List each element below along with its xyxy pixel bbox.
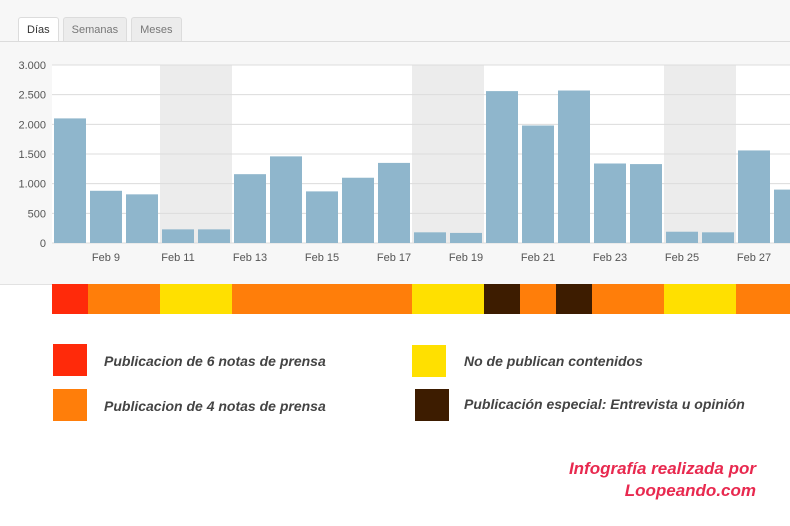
x-tick-label: Feb 15: [305, 252, 339, 264]
bar[interactable]: [162, 229, 194, 243]
bar[interactable]: [594, 163, 626, 243]
strip-segment-special: [556, 284, 592, 314]
y-tick-label: 2.000: [18, 119, 46, 131]
tab-dias[interactable]: Días: [18, 17, 59, 42]
x-tick-label: Feb 17: [377, 252, 411, 264]
bar[interactable]: [558, 90, 590, 243]
bar[interactable]: [342, 177, 374, 243]
x-tick-label: Feb 27: [737, 252, 771, 264]
x-tick-label: Feb 13: [233, 252, 267, 264]
bar[interactable]: [450, 232, 482, 243]
x-tick-label: Feb 23: [593, 252, 627, 264]
bar[interactable]: [234, 174, 266, 243]
strip-segment-none: [412, 284, 484, 314]
y-tick-label: 500: [28, 208, 46, 220]
legend-label-none: No de publican contenidos: [464, 353, 643, 369]
bar[interactable]: [270, 156, 302, 243]
y-tick-label: 2.500: [18, 90, 46, 102]
bar[interactable]: [54, 118, 86, 243]
y-tick-label: 0: [40, 238, 46, 250]
strip-segment-none: [664, 284, 736, 314]
strip-segment-special: [484, 284, 520, 314]
bar[interactable]: [630, 164, 662, 243]
strip-segment-none: [160, 284, 232, 314]
bar[interactable]: [702, 232, 734, 243]
y-tick-label: 1.500: [18, 149, 46, 161]
daily-visits-chart: 0 500 1.000 1.500 2.000 2.500 3.000 Feb 9 Feb 11…: [18, 60, 790, 264]
stats-panel: Días Semanas Meses 0 500 1.000 1.500 2.000 2.…: [0, 0, 790, 285]
tab-semanas[interactable]: Semanas: [62, 17, 128, 42]
legend-swatch-special: [415, 389, 449, 421]
bar[interactable]: [666, 231, 698, 243]
credit-line-2: Loopeando.com: [624, 481, 756, 500]
bar[interactable]: [198, 229, 230, 243]
bar[interactable]: [738, 150, 770, 243]
strip-segment-four: [232, 284, 412, 314]
legend-label-six: Publicacion de 6 notas de prensa: [104, 353, 326, 369]
legend-swatch-six: [53, 344, 87, 376]
bar[interactable]: [414, 232, 446, 243]
strip-segment-six: [52, 284, 88, 314]
x-tick-label: Feb 9: [92, 252, 120, 264]
strip-segment-four: [520, 284, 556, 314]
strip-segment-four: [88, 284, 160, 314]
bar[interactable]: [378, 162, 410, 243]
strip-segment-four: [736, 284, 790, 314]
x-tick-label: Feb 21: [521, 252, 555, 264]
period-tabs: Días Semanas Meses: [18, 17, 182, 42]
legend-swatch-four: [53, 389, 87, 421]
x-tick-label: Feb 25: [665, 252, 699, 264]
publication-strip: [52, 284, 790, 314]
legend-label-four: Publicacion de 4 notas de prensa: [104, 398, 326, 414]
x-tick-label: Feb 19: [449, 252, 483, 264]
y-tick-label: 1.000: [18, 179, 46, 191]
bar[interactable]: [774, 189, 790, 243]
strip-segment-four: [592, 284, 664, 314]
infographic-credit: Infografía realizada por Loopeando.com: [569, 458, 756, 502]
tab-meses[interactable]: Meses: [131, 17, 182, 42]
bar[interactable]: [486, 91, 518, 244]
bar[interactable]: [90, 190, 122, 243]
bar[interactable]: [522, 125, 554, 243]
x-tick-label: Feb 11: [161, 252, 194, 264]
y-tick-label: 3.000: [18, 60, 46, 72]
bar[interactable]: [306, 191, 338, 243]
legend-label-special: Publicación especial: Entrevista u opini…: [464, 396, 745, 412]
bar[interactable]: [126, 194, 158, 243]
legend-swatch-none: [412, 345, 446, 377]
credit-line-1: Infografía realizada por: [568, 459, 756, 478]
